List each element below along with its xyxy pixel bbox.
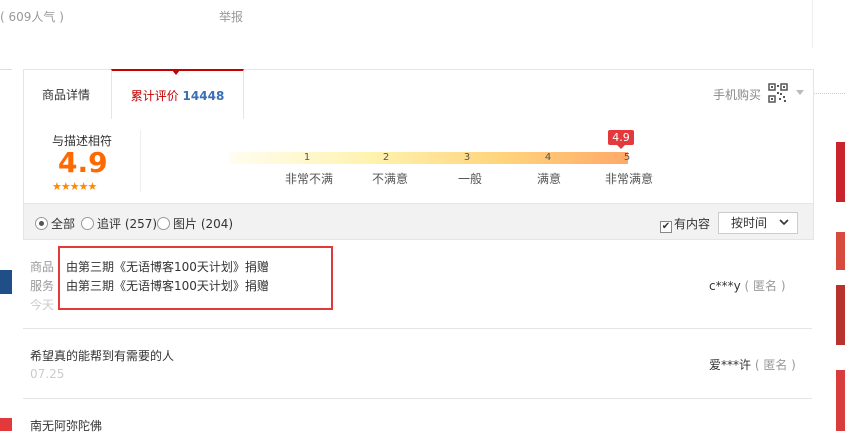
sort-select[interactable]: 按时间 <box>718 212 798 234</box>
review-tag-service: 服务 <box>30 279 55 293</box>
report-link[interactable]: 举报 <box>219 8 243 25</box>
tab-reviews[interactable]: 累计评价 14448 <box>111 69 244 122</box>
rating-score: 4.9 <box>58 146 108 179</box>
mobile-buy-label[interactable]: 手机购买 <box>713 70 761 120</box>
review-divider <box>23 328 812 329</box>
chevron-down-icon[interactable] <box>796 90 804 95</box>
reviewer-anonymous: ( 匿名 ) <box>744 279 786 293</box>
reviewer-anonymous: ( 匿名 ) <box>754 358 796 372</box>
rating-stars-icon: ★★★★★ <box>52 180 97 193</box>
filter-pictures-label: 图片 (204) <box>173 217 234 231</box>
filter-all-label: 全部 <box>51 217 76 231</box>
active-tab-caret-icon <box>172 70 180 75</box>
tab-product-details[interactable]: 商品详情 <box>42 70 90 120</box>
filter-followup[interactable]: 追评 (257) <box>81 215 157 232</box>
radio-all-icon[interactable] <box>35 217 48 230</box>
sort-select-label: 按时间 <box>731 216 768 230</box>
rating-level-1: 非常不满 <box>284 172 333 186</box>
left-red-tab[interactable] <box>0 418 12 431</box>
reviewer-name: 爱***许 ( 匿名 ) <box>709 356 796 373</box>
reviewer-name: c***y ( 匿名 ) <box>709 277 786 294</box>
filter-followup-label: 追评 (257) <box>97 217 158 231</box>
tab-bar: 商品详情 累计评价 14448 手机购买 <box>23 69 814 122</box>
rating-gradient-bar: 1 2 3 4 5 <box>230 152 630 164</box>
reviewer-username: 爱***许 <box>709 358 752 372</box>
checkbox-checked-icon[interactable]: ✔ <box>660 221 672 233</box>
review-divider <box>23 398 812 399</box>
filter-pictures[interactable]: 图片 (204) <box>157 215 233 232</box>
review-text: 希望真的能帮到有需要的人 <box>30 349 175 363</box>
tab-reviews-count: 14448 <box>182 89 225 103</box>
radio-pictures-icon[interactable] <box>157 217 170 230</box>
right-side-ad-4[interactable] <box>836 370 845 431</box>
popularity-text: ( 609人气 ) <box>0 10 64 24</box>
reviewer-username: c***y <box>709 279 741 293</box>
rating-level-3: 一般 <box>457 172 482 186</box>
qr-code-icon[interactable] <box>768 83 788 103</box>
right-side-ad-1[interactable] <box>836 142 845 202</box>
top-divider <box>812 0 813 48</box>
right-side-ad-2[interactable] <box>836 232 845 270</box>
review-date: 07.25 <box>30 367 65 381</box>
rating-tick-2: 2 <box>382 152 390 163</box>
review-date: 今天 <box>30 298 55 312</box>
filter-all[interactable]: 全部 <box>35 215 75 232</box>
rating-bubble: 4.9 <box>608 130 634 149</box>
rating-tick-3: 3 <box>463 152 471 163</box>
left-edge-line <box>0 69 12 70</box>
rating-divider <box>140 130 141 192</box>
right-dotted-line <box>812 93 845 94</box>
rating-level-4: 满意 <box>536 172 561 186</box>
tab-reviews-label: 累计评价 <box>130 89 179 103</box>
highlight-box <box>58 246 333 310</box>
rating-level-2: 不满意 <box>371 172 408 186</box>
left-side-tab[interactable] <box>0 270 12 294</box>
review-text: 南无阿弥陀佛 <box>30 419 103 433</box>
has-content-label: 有内容 <box>674 217 711 231</box>
review-tag-product: 商品 <box>30 260 55 274</box>
rating-tick-1: 1 <box>303 152 311 163</box>
rating-tick-4: 4 <box>544 152 552 163</box>
sort-chevron-down-icon <box>779 219 789 226</box>
rating-tick-5: 5 <box>623 152 631 163</box>
right-side-ad-3[interactable] <box>836 285 845 345</box>
radio-followup-icon[interactable] <box>81 217 94 230</box>
has-content-checkbox[interactable]: ✔ 有内容 <box>660 215 710 233</box>
rating-level-5: 非常满意 <box>604 172 653 186</box>
